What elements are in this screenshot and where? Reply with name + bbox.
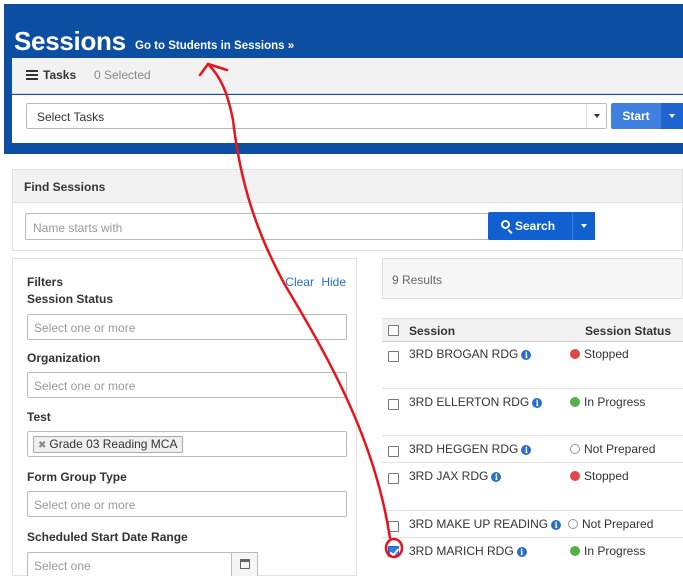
stopped-status-icon [570,471,580,481]
start-dropdown-button[interactable] [661,103,683,129]
row-checkbox[interactable] [388,446,399,457]
test-chip-label: Grade 03 Reading MCA [49,437,178,451]
page-title: Sessions [14,26,126,56]
select-tasks-caret[interactable] [586,104,606,128]
session-name[interactable]: 3RD BROGAN RDG i [409,347,532,361]
tasks-body: Select Tasks Start [12,95,683,143]
start-button[interactable]: Start [611,103,661,129]
form-group-type-placeholder: Select one or more [34,498,136,512]
date-picker-button[interactable] [231,552,258,576]
date-range-placeholder: Select one [34,559,91,573]
info-icon[interactable]: i [521,350,532,360]
search-label: Search [515,219,556,233]
select-all-checkbox[interactable] [388,325,399,336]
session-column-header[interactable]: Session [409,324,455,338]
table-row[interactable]: 3RD MARICH RDG i In Progress [382,539,683,576]
row-checkbox[interactable] [388,399,399,410]
filter-links: Clear Hide [281,275,346,289]
filters-title: Filters [27,275,64,289]
select-tasks-text: Select Tasks [37,110,105,124]
form-group-type-label: Form Group Type [27,470,127,484]
date-range-input[interactable]: Select one [27,552,232,576]
results-table-header: Session Session Status [382,318,683,342]
search-icon [501,220,510,229]
info-icon[interactable]: i [516,547,527,557]
in-progress-status-icon [570,397,580,407]
tasks-label: Tasks [43,68,77,82]
session-status: In Progress [570,544,645,558]
table-row[interactable]: 3RD HEGGEN RDG i Not Prepared [382,437,683,463]
sessions-page: Sessions Go to Students in Sessions » Ta… [0,0,683,576]
find-sessions-header: Find Sessions [13,170,682,203]
row-checkbox-checked[interactable] [388,546,399,557]
calendar-icon [240,559,250,569]
test-label: Test [27,410,51,424]
row-checkbox[interactable] [388,473,399,484]
table-row[interactable]: 3RD JAX RDG i Stopped [382,464,683,511]
organization-label: Organization [27,351,101,365]
find-sessions-panel: Find Sessions Name starts with Search [12,169,683,251]
students-in-sessions-link[interactable]: Go to Students in Sessions » [135,40,294,52]
search-dropdown-button[interactable] [572,212,595,240]
test-input[interactable]: ✖ Grade 03 Reading MCA [27,431,347,457]
session-status-label: Session Status [27,292,114,306]
session-status: Stopped [570,469,629,483]
find-sessions-title: Find Sessions [24,180,106,194]
session-status: Not Prepared [570,442,655,456]
organization-input[interactable]: Select one or more [27,372,347,398]
session-status-input[interactable]: Select one or more [27,314,347,340]
info-icon[interactable]: i [532,398,543,408]
session-name-placeholder: Name starts with [33,221,123,235]
session-status: Not Prepared [568,517,653,531]
organization-placeholder: Select one or more [34,379,136,393]
session-name[interactable]: 3RD MARICH RDG i [409,544,527,558]
chevron-down-icon [581,224,587,228]
results-panel: 9 Results Session Session Status 3RD BRO… [382,258,683,576]
select-tasks-dropdown[interactable]: Select Tasks [26,103,607,129]
session-name[interactable]: 3RD JAX RDG i [409,469,502,483]
clear-filters-link[interactable]: Clear [285,275,314,289]
in-progress-status-icon [570,546,580,556]
session-name[interactable]: 3RD ELLERTON RDG i [409,395,543,409]
table-row[interactable]: 3RD ELLERTON RDG i In Progress [382,390,683,436]
not-prepared-status-icon [568,519,578,529]
table-row[interactable]: 3RD BROGAN RDG i Stopped [382,342,683,389]
date-range-label: Scheduled Start Date Range [27,530,188,544]
info-icon[interactable]: i [521,445,532,455]
filters-panel: Filters Clear Hide Session Status Select… [12,258,357,576]
session-status: Stopped [570,347,629,361]
session-status: In Progress [570,395,645,409]
test-chip[interactable]: ✖ Grade 03 Reading MCA [33,436,184,453]
chevron-down-icon [669,114,675,118]
tasks-list-icon [26,70,38,80]
session-status-placeholder: Select one or more [34,321,136,335]
row-checkbox[interactable] [388,521,399,532]
chevron-down-icon [594,114,600,118]
row-checkbox[interactable] [388,351,399,362]
session-name[interactable]: 3RD HEGGEN RDG i [409,442,532,456]
results-header: 9 Results [382,258,683,299]
tasks-selected-count: 0 Selected [94,68,151,82]
stopped-status-icon [570,349,580,359]
status-column-header[interactable]: Session Status [585,324,671,338]
session-name[interactable]: 3RD MAKE UP READING i [409,517,562,531]
form-group-type-input[interactable]: Select one or more [27,491,347,517]
remove-chip-icon[interactable]: ✖ [38,440,46,451]
tasks-bar: Tasks 0 Selected [12,58,683,94]
search-button[interactable]: Search [488,212,572,240]
not-prepared-status-icon [570,444,580,454]
table-row[interactable]: 3RD MAKE UP READING i Not Prepared [382,512,683,538]
results-count: 9 Results [392,273,443,287]
hide-filters-link[interactable]: Hide [321,275,346,289]
info-icon[interactable]: i [491,472,502,482]
session-name-input[interactable]: Name starts with [25,213,495,240]
info-icon[interactable]: i [551,520,562,530]
